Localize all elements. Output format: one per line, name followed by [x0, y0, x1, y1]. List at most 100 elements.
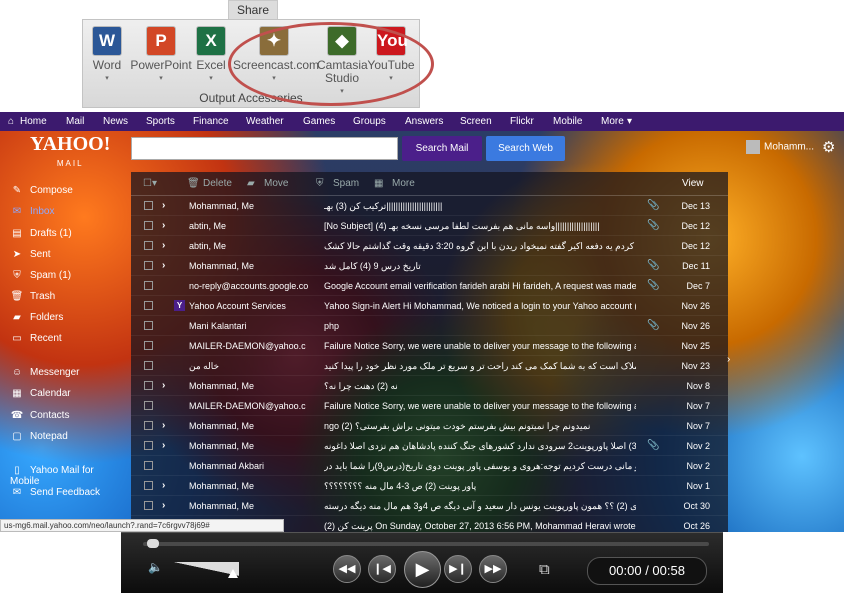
expand-thread-icon[interactable]: › [162, 196, 165, 216]
progress-handle[interactable] [147, 539, 159, 548]
delete-button[interactable]: Delete [203, 178, 232, 189]
table-row[interactable]: › Mohammad, Me تاریخ درس 9 (4) کامل شد 📎 Dec… [131, 256, 728, 276]
expand-arrow-icon[interactable]: › [727, 354, 730, 365]
table-row[interactable]: no-reply@accounts.google.co Google Accoun… [131, 276, 728, 296]
sidebar-item-drafts[interactable]: ▤ Drafts (1) [10, 228, 122, 239]
ribbon-button-word[interactable]: W Word ▾ [89, 26, 125, 90]
sidebar-item-yahoo-mail-for-mobile[interactable]: ▯ Yahoo Mail for Mobile [10, 465, 122, 487]
sidebar-item-calendar[interactable]: ▦ Calendar [10, 388, 122, 399]
view-button[interactable]: View [682, 178, 704, 189]
row-checkbox[interactable] [144, 281, 153, 290]
expand-thread-icon[interactable]: › [162, 236, 165, 256]
table-row[interactable]: › Mohammad, Me نه (2) دهنت چرا نه؟ Nov 8 [131, 376, 728, 396]
row-checkbox[interactable] [144, 221, 153, 230]
nav-answers[interactable]: Answers [405, 116, 443, 127]
expand-thread-icon[interactable]: › [162, 376, 165, 396]
sidebar-item-send-feedback[interactable]: ✉ Send Feedback [10, 487, 122, 498]
volume-icon[interactable]: 🔈 [148, 560, 163, 574]
nav-mail[interactable]: Mail [66, 116, 84, 127]
expand-thread-icon[interactable]: › [162, 496, 165, 516]
row-checkbox[interactable] [144, 261, 153, 270]
spam-button[interactable]: Spam [333, 178, 359, 189]
nav-mobile[interactable]: Mobile [553, 116, 582, 127]
search-input[interactable] [131, 137, 398, 160]
nav-screen[interactable]: Screen [460, 116, 492, 127]
ribbon-tab-share[interactable]: Share [228, 0, 278, 19]
expand-thread-icon[interactable]: › [162, 436, 165, 456]
sidebar-item-recent[interactable]: ▭ Recent [10, 333, 122, 344]
rewind-button[interactable]: ◀◀ [333, 555, 361, 583]
chevron-down-icon[interactable]: ▾ [193, 72, 229, 85]
volume-handle[interactable] [228, 569, 238, 578]
subject: Failure Notice Sorry, we were unable to … [324, 341, 636, 351]
expand-thread-icon[interactable]: › [162, 216, 165, 236]
row-checkbox[interactable] [144, 301, 153, 310]
nav-weather[interactable]: Weather [246, 116, 284, 127]
expand-thread-icon[interactable]: › [162, 476, 165, 496]
search-web-button[interactable]: Search Web [486, 136, 565, 161]
row-checkbox[interactable] [144, 501, 153, 510]
nav-sports[interactable]: Sports [146, 116, 175, 127]
sidebar-item-contacts[interactable]: ☎ Contacts [10, 410, 122, 421]
row-checkbox[interactable] [144, 461, 153, 470]
home-icon: ⌂ [8, 116, 15, 127]
row-checkbox[interactable] [144, 401, 153, 410]
row-checkbox[interactable] [144, 381, 153, 390]
previous-frame-button[interactable]: ❙◀ [368, 555, 396, 583]
ribbon-button-powerpoint[interactable]: P PowerPoint ▾ [129, 26, 193, 90]
nav-home[interactable]: Home [20, 116, 47, 127]
row-checkbox[interactable] [144, 421, 153, 430]
table-row[interactable]: › Mohammad, Me ngo (2) نمیدونم چرا نمیتونم… [131, 416, 728, 436]
nav-flickr[interactable]: Flickr [510, 116, 534, 127]
row-checkbox[interactable] [144, 341, 153, 350]
table-row[interactable]: › Mohammad, Me ترکیب کن (3) بهـ|||||||||||… [131, 196, 728, 216]
row-checkbox[interactable] [144, 361, 153, 370]
sidebar-item-folders[interactable]: ▰ Folders [10, 312, 122, 323]
more-button[interactable]: More [392, 178, 415, 189]
nav-more[interactable]: More [601, 116, 624, 127]
sidebar-item-notepad[interactable]: ▢ Notepad [10, 431, 122, 442]
sidebar-item-spam[interactable]: ⛨ Spam (1) [10, 270, 122, 281]
sidebar-item-messenger[interactable]: ☺ Messenger [10, 367, 122, 378]
table-row[interactable]: خاله من تائید ایمیل اطلاعات املاک است که … [131, 356, 728, 376]
table-row[interactable]: Mani Kalantari php 📎 Nov 26 [131, 316, 728, 336]
sidebar-item-trash[interactable]: 🗑 Trash [10, 291, 122, 302]
move-button[interactable]: Move [264, 178, 288, 189]
nav-games[interactable]: Games [303, 116, 335, 127]
select-all-checkbox[interactable]: ☐▾ [143, 178, 157, 189]
fast-forward-button[interactable]: ▶▶ [479, 555, 507, 583]
sidebar-item-sent[interactable]: ➤ Sent [10, 249, 122, 260]
next-frame-button[interactable]: ▶❙ [444, 555, 472, 583]
nav-groups[interactable]: Groups [353, 116, 386, 127]
table-row[interactable]: › Mohammad, Me پاور پوینت (2) ص 3-4 مال من… [131, 476, 728, 496]
expand-thread-icon[interactable]: › [162, 256, 165, 276]
fullscreen-icon[interactable]: ⧉ [539, 561, 550, 578]
table-row[interactable]: MAILER-DAEMON@yahoo.c Failure Notice Sorr… [131, 336, 728, 356]
expand-thread-icon[interactable]: › [162, 416, 165, 436]
table-row[interactable]: Mohammad Akbari اولی تاریخ که من و مانی د… [131, 456, 728, 476]
sidebar-item-compose[interactable]: ✎ Compose [10, 185, 122, 196]
row-checkbox[interactable] [144, 201, 153, 210]
date: Oct 26 [683, 521, 710, 531]
user-menu[interactable]: Mohamm... [746, 140, 814, 154]
play-button[interactable]: ▶ [404, 551, 441, 588]
nav-news[interactable]: News [103, 116, 128, 127]
ribbon-button-excel[interactable]: X Excel ▾ [193, 26, 229, 90]
row-checkbox[interactable] [144, 241, 153, 250]
table-row[interactable]: MAILER-DAEMON@yahoo.c Failure Notice Sorr… [131, 396, 728, 416]
search-mail-button[interactable]: Search Mail [402, 136, 482, 161]
nav-finance[interactable]: Finance [193, 116, 229, 127]
row-checkbox[interactable] [144, 481, 153, 490]
table-row[interactable]: › Mohammad, Me تاریخ دومی (3) اصلا پاورپوی… [131, 436, 728, 456]
sidebar-item-inbox[interactable]: ✉ Inbox [10, 206, 122, 217]
progress-track[interactable] [143, 542, 709, 546]
chevron-down-icon[interactable]: ▾ [129, 72, 193, 85]
row-checkbox[interactable] [144, 321, 153, 330]
table-row[interactable]: › Mohammad, Me یاد آوری (2) ؟؟ همون پاورپو… [131, 496, 728, 516]
gear-icon[interactable]: ⚙ [822, 138, 835, 156]
table-row[interactable]: Y Yahoo Account Services Yahoo Sign-in Ale… [131, 296, 728, 316]
row-checkbox[interactable] [144, 441, 153, 450]
chevron-down-icon[interactable]: ▾ [89, 72, 125, 85]
table-row[interactable]: › abtin, Me الو (2) سلام؟ کلی درست کردم یه… [131, 236, 728, 256]
table-row[interactable]: › abtin, Me [No Subject] (4) واسه مانی هم … [131, 216, 728, 236]
